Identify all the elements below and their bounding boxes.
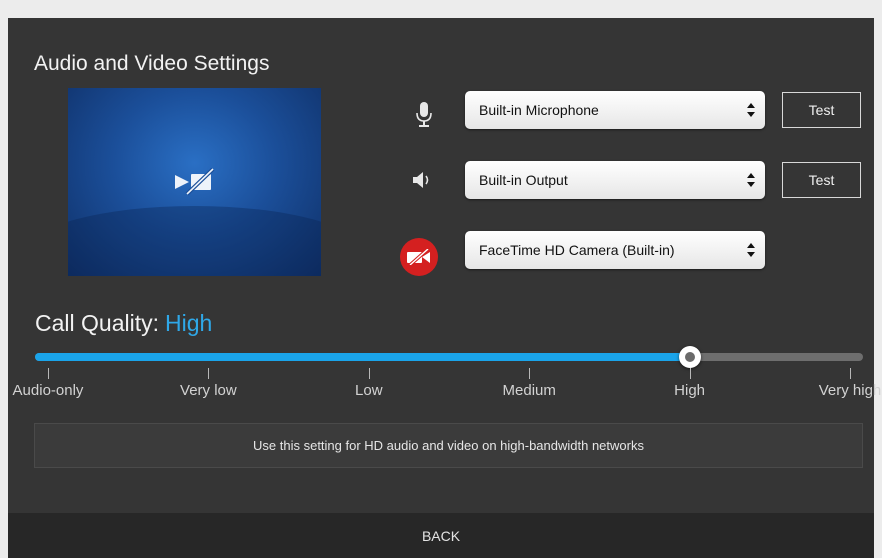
- test-microphone-button[interactable]: Test: [782, 92, 861, 128]
- settings-window: Audio and Video Settings Built-in Microp…: [8, 18, 881, 558]
- camera-select[interactable]: FaceTime HD Camera (Built-in): [465, 231, 765, 269]
- slider-tick: [48, 368, 49, 379]
- call-quality-label: Call Quality:: [35, 310, 159, 336]
- speaker-icon: [409, 166, 437, 194]
- slider-tick: [850, 368, 851, 379]
- slider-fill: [35, 353, 690, 361]
- preview-background: [68, 206, 321, 276]
- speaker-select[interactable]: Built-in Output: [465, 161, 765, 199]
- page-title: Audio and Video Settings: [34, 52, 270, 75]
- speaker-select-value: Built-in Output: [479, 172, 568, 188]
- call-quality-heading: Call Quality: High: [35, 310, 212, 337]
- call-quality-value: High: [164, 310, 213, 336]
- quality-level-label[interactable]: Low: [355, 382, 383, 399]
- slider-tick: [368, 368, 370, 379]
- quality-level-label[interactable]: Audio-only: [13, 382, 84, 399]
- quality-level-label[interactable]: Very low: [180, 382, 237, 399]
- slider-tick: [208, 368, 210, 379]
- camera-select-value: FaceTime HD Camera (Built-in): [479, 242, 675, 258]
- quality-description: Use this setting for HD audio and video …: [34, 423, 863, 468]
- select-arrows-icon: [747, 103, 755, 117]
- slider-tick: [529, 368, 531, 379]
- microphone-icon: [410, 101, 438, 129]
- select-arrows-icon: [747, 173, 755, 187]
- call-quality-slider[interactable]: [35, 346, 863, 368]
- test-speaker-button[interactable]: Test: [782, 162, 861, 198]
- back-button[interactable]: BACK: [8, 513, 874, 558]
- microphone-select[interactable]: Built-in Microphone: [465, 91, 765, 129]
- microphone-select-value: Built-in Microphone: [479, 102, 599, 118]
- camera-off-icon: [175, 168, 215, 196]
- quality-level-label[interactable]: High: [674, 382, 705, 399]
- slider-thumb[interactable]: [678, 346, 701, 368]
- select-arrows-icon: [747, 243, 755, 257]
- quality-level-label[interactable]: Very high: [819, 382, 882, 399]
- quality-level-label[interactable]: Medium: [503, 382, 556, 399]
- video-preview: [68, 88, 321, 276]
- camera-off-icon[interactable]: [400, 238, 438, 276]
- slider-tick: [689, 368, 691, 379]
